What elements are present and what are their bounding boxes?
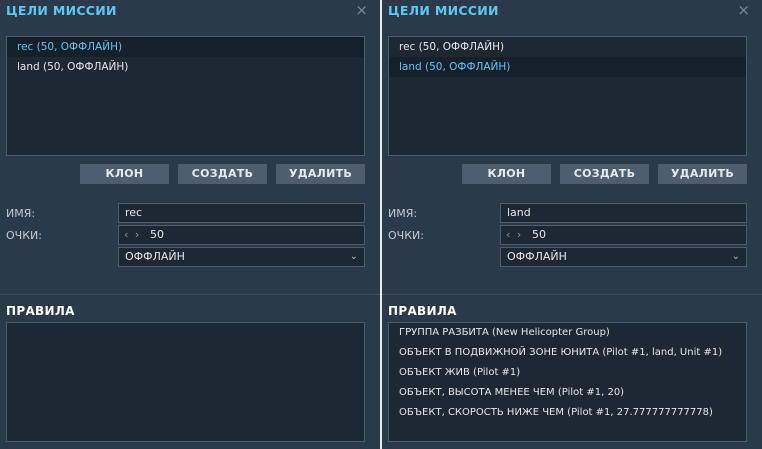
goals-list[interactable]: rec (50, ОФФЛАЙН) land (50, ОФФЛАЙН) xyxy=(388,36,747,156)
points-label: ОЧКИ: xyxy=(6,229,42,242)
name-field[interactable]: land xyxy=(500,203,747,223)
rule-item[interactable]: ГРУППА РАЗБИТА (New Helicopter Group) xyxy=(389,323,746,343)
goal-item-land[interactable]: land (50, ОФФЛАЙН) xyxy=(7,57,364,77)
rules-title: ПРАВИЛА xyxy=(6,304,75,318)
points-value: 50 xyxy=(532,228,546,241)
rule-item[interactable]: ОБЪЕКТ, СКОРОСТЬ НИЖЕ ЧЕМ (Pilot #1, 27.… xyxy=(389,403,746,423)
goal-item-land[interactable]: land (50, ОФФЛАЙН) xyxy=(389,57,746,77)
delete-button[interactable]: УДАЛИТЬ xyxy=(276,164,365,184)
chevron-right-icon[interactable]: › xyxy=(517,228,521,241)
name-label: ИМЯ: xyxy=(388,207,418,220)
mission-goals-panel-left: ЦЕЛИ МИССИИ × rec (50, ОФФЛАЙН) land (50… xyxy=(0,0,380,449)
delete-button[interactable]: УДАЛИТЬ xyxy=(658,164,747,184)
close-icon[interactable]: × xyxy=(737,1,750,19)
name-field[interactable]: rec xyxy=(118,203,365,223)
chevron-left-icon[interactable]: ‹ xyxy=(506,228,510,241)
points-stepper[interactable]: ‹ › 50 xyxy=(118,225,365,245)
section-divider xyxy=(382,294,762,295)
create-button[interactable]: СОЗДАТЬ xyxy=(560,164,649,184)
rule-item[interactable]: ОБЪЕКТ ЖИВ (Pilot #1) xyxy=(389,363,746,383)
status-dropdown[interactable]: ОФФЛАЙН ⌄ xyxy=(500,247,747,267)
chevron-right-icon[interactable]: › xyxy=(135,228,139,241)
clone-button[interactable]: КЛОН xyxy=(462,164,551,184)
rules-list[interactable] xyxy=(6,322,365,442)
name-value: land xyxy=(507,206,531,219)
rules-title: ПРАВИЛА xyxy=(388,304,457,318)
close-icon[interactable]: × xyxy=(355,1,368,19)
rule-item[interactable]: ОБЪЕКТ, ВЫСОТА МЕНЕЕ ЧЕМ (Pilot #1, 20) xyxy=(389,383,746,403)
section-divider xyxy=(0,294,380,295)
goal-item-rec[interactable]: rec (50, ОФФЛАЙН) xyxy=(7,37,364,57)
name-label: ИМЯ: xyxy=(6,207,36,220)
rules-list[interactable]: ГРУППА РАЗБИТА (New Helicopter Group) ОБ… xyxy=(388,322,747,442)
panel-title: ЦЕЛИ МИССИИ xyxy=(388,3,499,18)
panel-title: ЦЕЛИ МИССИИ xyxy=(6,3,117,18)
chevron-left-icon[interactable]: ‹ xyxy=(124,228,128,241)
mission-goals-panel-right: ЦЕЛИ МИССИИ × rec (50, ОФФЛАЙН) land (50… xyxy=(382,0,762,449)
create-button[interactable]: СОЗДАТЬ xyxy=(178,164,267,184)
rule-item[interactable]: ОБЪЕКТ В ПОДВИЖНОЙ ЗОНЕ ЮНИТА (Pilot #1,… xyxy=(389,343,746,363)
name-value: rec xyxy=(125,206,143,219)
status-value: ОФФЛАЙН xyxy=(507,250,567,263)
goals-list[interactable]: rec (50, ОФФЛАЙН) land (50, ОФФЛАЙН) xyxy=(6,36,365,156)
points-stepper[interactable]: ‹ › 50 xyxy=(500,225,747,245)
chevron-down-icon: ⌄ xyxy=(731,251,740,262)
points-label: ОЧКИ: xyxy=(388,229,424,242)
chevron-down-icon: ⌄ xyxy=(349,251,358,262)
clone-button[interactable]: КЛОН xyxy=(80,164,169,184)
status-value: ОФФЛАЙН xyxy=(125,250,185,263)
status-dropdown[interactable]: ОФФЛАЙН ⌄ xyxy=(118,247,365,267)
goal-item-rec[interactable]: rec (50, ОФФЛАЙН) xyxy=(389,37,746,57)
points-value: 50 xyxy=(150,228,164,241)
